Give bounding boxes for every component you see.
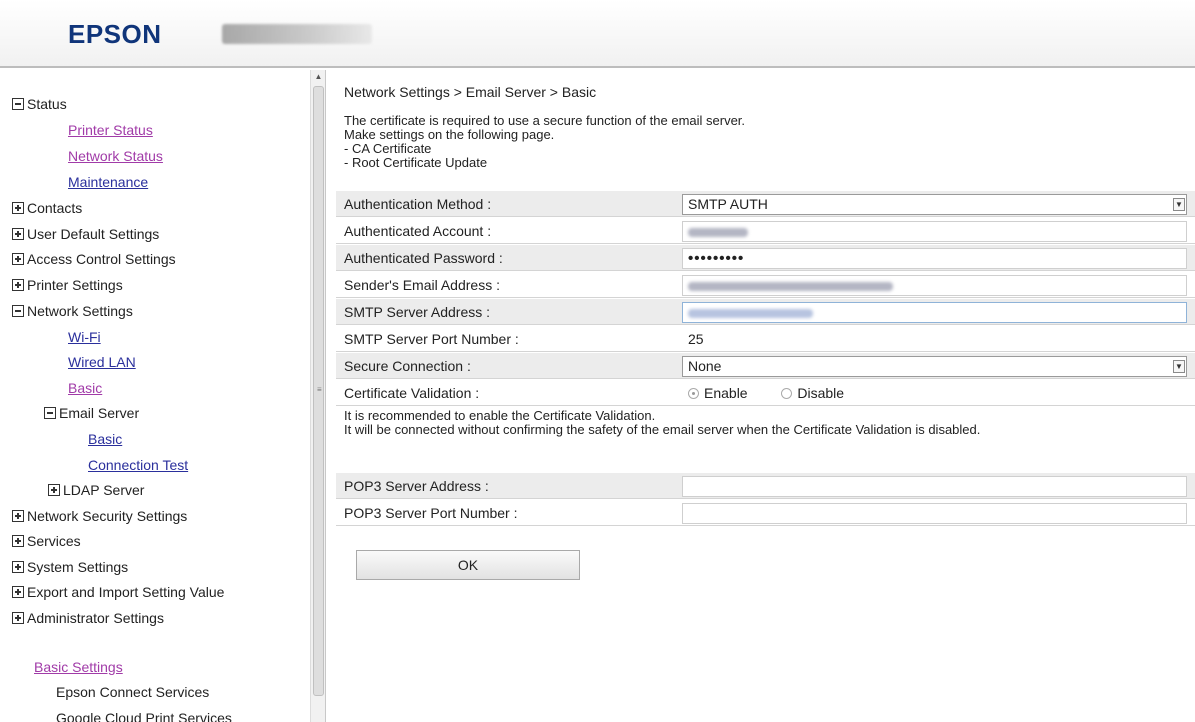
row-sender-email: Sender's Email Address :: [336, 272, 1195, 298]
nav-wifi[interactable]: Wi-Fi: [68, 325, 101, 349]
row-auth-account: Authenticated Account :: [336, 218, 1195, 244]
nav-export-import[interactable]: Export and Import Setting Value: [12, 580, 224, 604]
obscured-value: [688, 281, 893, 291]
scroll-thumb[interactable]: ≡: [313, 86, 324, 696]
pop3-address-label: POP3 Server Address :: [344, 478, 489, 494]
expand-icon[interactable]: [12, 561, 24, 573]
nav-contacts[interactable]: Contacts: [12, 196, 82, 220]
expand-icon[interactable]: [12, 228, 24, 240]
auth-method-label: Authentication Method :: [344, 196, 492, 212]
intro-line: The certificate is required to use a sec…: [344, 113, 746, 128]
nav-ldap-server[interactable]: LDAP Server: [48, 478, 144, 502]
nav-epson-connect[interactable]: Epson Connect Services: [56, 680, 209, 704]
pop3-address-input[interactable]: [682, 476, 1187, 497]
secure-connection-label: Secure Connection :: [344, 358, 471, 374]
nav-status[interactable]: Status: [12, 92, 67, 116]
enable-radio[interactable]: [688, 388, 699, 399]
grip-icon: ≡: [317, 385, 322, 394]
ok-button[interactable]: OK: [356, 550, 580, 580]
nav-basic[interactable]: Basic: [68, 376, 102, 400]
nav-user-default-settings[interactable]: User Default Settings: [12, 222, 159, 246]
auth-account-label: Authenticated Account :: [344, 223, 492, 239]
auth-method-select[interactable]: SMTP AUTH ▼: [682, 194, 1187, 215]
row-smtp-port: SMTP Server Port Number : 25: [336, 326, 1195, 352]
secure-connection-select[interactable]: None ▼: [682, 356, 1187, 377]
expand-icon[interactable]: [12, 612, 24, 624]
expand-icon[interactable]: [12, 510, 24, 522]
main-content: Network Settings > Email Server > Basic …: [336, 70, 1195, 722]
nav-wired-lan[interactable]: Wired LAN: [68, 350, 136, 374]
row-cert-validation: Certificate Validation : Enable Disable: [336, 380, 1195, 406]
chevron-down-icon[interactable]: ▼: [1173, 360, 1185, 373]
intro-line: - CA Certificate: [344, 141, 432, 156]
header-bar: EPSON: [0, 0, 1195, 68]
breadcrumb: Network Settings > Email Server > Basic: [344, 84, 597, 100]
sender-email-label: Sender's Email Address :: [344, 277, 500, 293]
sender-email-input[interactable]: [682, 275, 1187, 296]
row-secure-connection: Secure Connection : None ▼: [336, 353, 1195, 379]
expand-icon[interactable]: [12, 279, 24, 291]
row-pop3-address: POP3 Server Address :: [336, 473, 1195, 499]
scroll-up-arrow-icon[interactable]: ▲: [313, 72, 324, 82]
epson-logo: EPSON: [68, 19, 162, 49]
row-pop3-port: POP3 Server Port Number :: [336, 500, 1195, 526]
row-auth-password: Authenticated Password : •••••••••: [336, 245, 1195, 271]
nav-printer-status[interactable]: Printer Status: [68, 118, 153, 142]
expand-icon[interactable]: [12, 202, 24, 214]
row-auth-method: Authentication Method : SMTP AUTH ▼: [336, 191, 1195, 217]
obscured-value: [688, 227, 748, 237]
collapse-icon[interactable]: [44, 407, 56, 419]
nav-basic-settings[interactable]: Basic Settings: [34, 655, 123, 679]
chevron-down-icon[interactable]: ▼: [1173, 198, 1185, 211]
expand-icon[interactable]: [12, 535, 24, 547]
validation-note: It will be connected without confirming …: [344, 422, 981, 437]
pop3-port-input[interactable]: [682, 503, 1187, 524]
obscured-value: [688, 308, 813, 318]
smtp-port-label: SMTP Server Port Number :: [344, 331, 519, 347]
disable-radio[interactable]: [781, 388, 793, 399]
expand-icon[interactable]: [12, 586, 24, 598]
smtp-address-input[interactable]: [682, 302, 1187, 323]
nav-email-server[interactable]: Email Server: [44, 401, 139, 425]
row-smtp-address: SMTP Server Address :: [336, 299, 1195, 325]
collapse-icon[interactable]: [12, 305, 24, 317]
nav-email-basic[interactable]: Basic: [88, 427, 122, 451]
disable-label[interactable]: Disable: [797, 385, 844, 401]
enable-label[interactable]: Enable: [704, 385, 748, 401]
nav-system-settings[interactable]: System Settings: [12, 555, 128, 579]
intro-text: The certificate is required to use a sec…: [344, 114, 745, 170]
smtp-address-label: SMTP Server Address :: [344, 304, 491, 320]
collapse-icon[interactable]: [12, 98, 24, 110]
expand-icon[interactable]: [12, 253, 24, 265]
nav-google-cloud[interactable]: Google Cloud Print Services: [56, 706, 232, 722]
auth-account-input[interactable]: [682, 221, 1187, 242]
pop3-port-label: POP3 Server Port Number :: [344, 505, 518, 521]
nav-maintenance[interactable]: Maintenance: [68, 170, 148, 194]
sidebar-nav: Status Printer Status Network Status Mai…: [0, 70, 326, 722]
auth-password-label: Authenticated Password :: [344, 250, 503, 266]
auth-password-input[interactable]: •••••••••: [682, 248, 1187, 269]
validation-note: It is recommended to enable the Certific…: [344, 408, 656, 423]
nav-network-settings[interactable]: Network Settings: [12, 299, 133, 323]
intro-line: - Root Certificate Update: [344, 155, 488, 170]
sidebar-scrollbar[interactable]: ▲ ≡: [310, 70, 325, 722]
nav-connection-test[interactable]: Connection Test: [88, 453, 188, 477]
cert-validation-radios: Enable Disable: [682, 383, 1187, 404]
expand-icon[interactable]: [48, 484, 60, 496]
cert-validation-label: Certificate Validation :: [344, 385, 480, 401]
nav-network-security-settings[interactable]: Network Security Settings: [12, 504, 187, 528]
model-name-obscured: [222, 24, 372, 44]
nav-access-control-settings[interactable]: Access Control Settings: [12, 247, 176, 271]
nav-network-status[interactable]: Network Status: [68, 144, 163, 168]
nav-printer-settings[interactable]: Printer Settings: [12, 273, 123, 297]
intro-line: Make settings on the following page.: [344, 127, 555, 142]
nav-administrator-settings[interactable]: Administrator Settings: [12, 606, 164, 630]
smtp-port-input[interactable]: 25: [682, 329, 1187, 350]
nav-services[interactable]: Services: [12, 529, 81, 553]
